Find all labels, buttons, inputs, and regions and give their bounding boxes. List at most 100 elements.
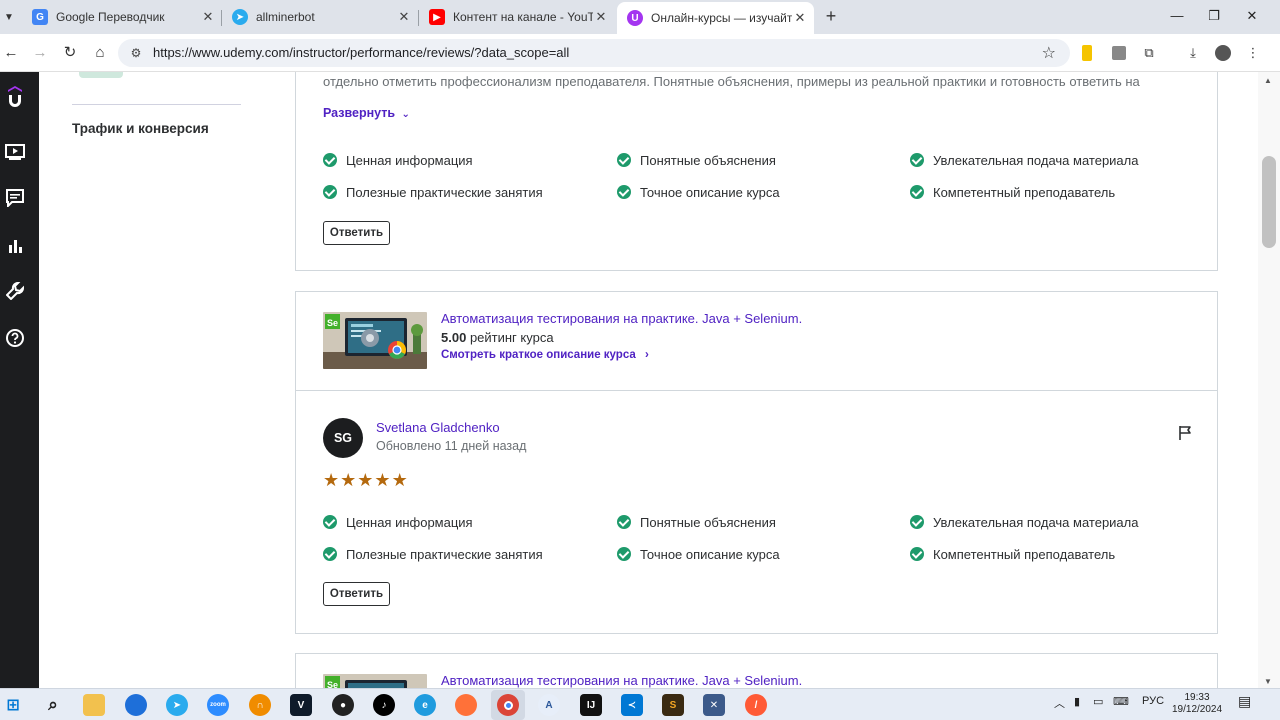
tag-label: Ценная информация <box>346 152 473 168</box>
tools-icon[interactable] <box>4 280 26 302</box>
zoom-icon[interactable]: zoom <box>207 694 229 716</box>
headphones-icon[interactable]: ∩ <box>249 694 271 716</box>
app-icon[interactable]: V <box>290 694 312 716</box>
review-tag: Компетентный преподаватель <box>910 182 1115 202</box>
performance-icon[interactable] <box>4 234 26 256</box>
browser-menu-icon[interactable]: ⋮ <box>1243 43 1263 63</box>
site-info-icon[interactable]: ⚙ <box>128 45 144 61</box>
check-icon <box>910 185 924 199</box>
expand-label: Развернуть <box>323 106 396 120</box>
close-window-button[interactable]: ✕ <box>1240 6 1264 26</box>
download-icon[interactable]: ⤓ <box>1183 43 1203 63</box>
back-button[interactable]: ← <box>0 42 22 64</box>
vscode-icon[interactable]: ≺ <box>621 694 643 716</box>
course-overview-link[interactable]: Смотреть краткое описание курса › <box>441 349 649 361</box>
app-icon[interactable]: / <box>745 694 767 716</box>
tab-udemy[interactable]: U Онлайн-курсы — изучайте лю ✕ <box>617 2 814 34</box>
tag-label: Увлекательная подача материала <box>933 514 1139 530</box>
close-tab-icon[interactable]: ✕ <box>593 9 609 25</box>
battery-icon[interactable]: ▭ <box>1093 695 1103 708</box>
tab-google-translate[interactable]: G Google Переводчик ✕ <box>22 4 222 30</box>
udemy-logo-icon[interactable] <box>4 86 26 108</box>
profile-avatar[interactable] <box>1213 43 1233 63</box>
instructor-rail <box>0 72 39 688</box>
extension-icon[interactable] <box>1109 43 1129 63</box>
tab-search-icon[interactable]: ▼ <box>0 6 18 28</box>
reply-button[interactable]: Ответить <box>323 582 390 606</box>
flag-icon[interactable] <box>1178 425 1192 441</box>
check-icon <box>910 547 924 561</box>
help-icon[interactable] <box>4 327 26 349</box>
windows-start-icon[interactable]: ⊞ <box>2 694 24 716</box>
scroll-down-icon[interactable]: ▼ <box>1264 677 1272 686</box>
review-card: отдельно отметить профессионализм препод… <box>295 72 1218 271</box>
card-divider <box>296 390 1217 391</box>
intellij-icon[interactable]: IJ <box>580 694 602 716</box>
check-icon <box>910 153 924 167</box>
check-icon <box>323 185 337 199</box>
course-title-link[interactable]: Автоматизация тестирования на практике. … <box>441 311 802 326</box>
communication-icon[interactable] <box>4 187 26 209</box>
telegram-icon[interactable]: ➤ <box>166 694 188 716</box>
file-explorer-icon[interactable] <box>83 694 105 716</box>
search-icon[interactable]: ⌕ <box>42 694 64 716</box>
review-tag: Компетентный преподаватель <box>910 544 1115 564</box>
edge-icon[interactable]: e <box>414 694 436 716</box>
star-icon: ★ <box>374 470 391 490</box>
extensions-puzzle-icon[interactable]: ⧉ <box>1139 43 1159 63</box>
app-icon[interactable]: ✕ <box>703 694 725 716</box>
close-tab-icon[interactable]: ✕ <box>200 9 216 25</box>
course-thumbnail[interactable]: Se <box>323 312 427 369</box>
extension-icon[interactable] <box>1077 43 1097 63</box>
nav-item-traffic-conversion[interactable]: Трафик и конверсия <box>72 121 209 136</box>
reload-button[interactable]: ↻ <box>59 42 81 64</box>
courses-icon[interactable] <box>4 141 26 163</box>
address-bar[interactable]: ⚙ https://www.udemy.com/instructor/perfo… <box>118 39 1070 67</box>
course-title-link[interactable]: Автоматизация тестирования на практике. … <box>441 673 802 688</box>
app-icon[interactable]: ● <box>332 694 354 716</box>
tiktok-icon[interactable]: ♪ <box>373 694 395 716</box>
app-icon[interactable] <box>125 694 147 716</box>
language-indicator[interactable]: РУС <box>1142 695 1164 707</box>
bookmark-star-icon[interactable]: ☆ <box>1042 43 1056 63</box>
microphone-icon[interactable]: ▮ <box>1074 695 1080 708</box>
course-thumbnail[interactable]: Se <box>323 674 427 688</box>
app-icon[interactable]: A <box>538 694 560 716</box>
page-scrollbar[interactable]: ▲ ▼ <box>1258 72 1280 688</box>
tag-label: Компетентный преподаватель <box>933 184 1116 200</box>
sublime-icon[interactable]: S <box>662 694 684 716</box>
tag-label: Точное описание курса <box>640 546 780 562</box>
tray-overflow-icon[interactable]: ︿ <box>1054 695 1065 711</box>
minimize-button[interactable]: — <box>1165 6 1189 26</box>
system-clock[interactable]: 19:33 19/12/2024 <box>1172 692 1222 716</box>
new-tab-button[interactable]: + <box>822 6 840 26</box>
check-icon <box>617 185 631 199</box>
star-icon: ★ <box>357 470 374 490</box>
close-tab-icon[interactable]: ✕ <box>396 9 412 25</box>
star-rating: ★ ★ ★ ★ ★ <box>323 471 409 489</box>
reply-button[interactable]: Ответить <box>323 221 390 245</box>
maximize-button[interactable]: ❐ <box>1202 6 1226 26</box>
performance-nav: Трафик и конверсия <box>39 72 255 688</box>
star-icon: ★ <box>340 470 357 490</box>
nav-divider <box>72 104 241 105</box>
close-tab-icon[interactable]: ✕ <box>792 10 808 26</box>
home-button[interactable]: ⌂ <box>89 42 111 64</box>
url-text[interactable]: https://www.udemy.com/instructor/perform… <box>153 45 569 60</box>
svg-text:Se: Se <box>327 318 338 328</box>
check-icon <box>910 515 924 529</box>
tab-allminerbot[interactable]: ➤ allminerbot ✕ <box>222 4 418 30</box>
course-overview-label: Смотреть краткое описание курса <box>441 349 636 361</box>
scrollbar-thumb[interactable] <box>1262 156 1276 248</box>
keyboard-icon[interactable]: ⌨ <box>1113 695 1129 708</box>
youtube-icon: ▶ <box>429 9 445 25</box>
browser-toolbar: ← → ↻ ⌂ ⚙ https://www.udemy.com/instruct… <box>0 34 1280 72</box>
chrome-icon[interactable] <box>497 694 519 716</box>
scroll-up-icon[interactable]: ▲ <box>1264 76 1272 85</box>
notifications-icon[interactable]: ▤ <box>1238 693 1251 710</box>
tab-youtube-studio[interactable]: ▶ Контент на канале - YouTube S ✕ <box>419 4 615 30</box>
reviewer-name[interactable]: Svetlana Gladchenko <box>376 420 500 435</box>
expand-button[interactable]: Развернуть ⌄ <box>323 106 410 120</box>
forward-button[interactable]: → <box>29 42 51 64</box>
firefox-icon[interactable] <box>455 694 477 716</box>
